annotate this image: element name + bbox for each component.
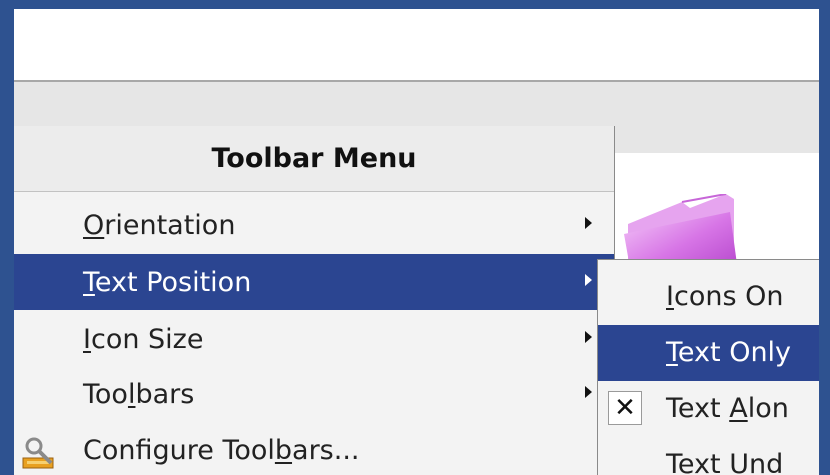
menu-item-orientation[interactable]: Orientation: [14, 197, 614, 253]
menu-title: Toolbar Menu: [14, 126, 614, 192]
submenu-item-label: Text Alon: [666, 393, 789, 424]
submenu-arrow-icon: [585, 274, 592, 286]
menu-item-configure-toolbars[interactable]: Configure Toolbars...: [14, 422, 614, 475]
submenu-item-label: Text Only: [666, 337, 792, 368]
menu-item-icon-size[interactable]: Icon Size: [14, 311, 614, 367]
menu-item-label: Text Position: [83, 266, 252, 298]
submenu-arrow-icon: [585, 331, 592, 343]
submenu-item-text-alongside-icons[interactable]: ✕ Text Alon: [598, 381, 819, 437]
application-window: Toolbar Menu Orientation Text Position I…: [14, 9, 819, 475]
submenu-arrow-icon: [585, 217, 592, 229]
submenu-item-icons-only[interactable]: Icons On: [598, 269, 819, 325]
menu-item-label: Orientation: [83, 209, 236, 241]
submenu-arrow-icon: [585, 386, 592, 398]
window-top-area: [14, 9, 819, 82]
submenu-item-text-under-icons[interactable]: Text Und: [598, 437, 819, 475]
configure-toolbars-icon: [22, 437, 54, 469]
menu-item-text-position[interactable]: Text Position: [14, 254, 614, 310]
menu-item-label: Icon Size: [83, 323, 204, 355]
menu-item-label: Toolbars: [83, 378, 195, 410]
menu-item-label: Configure Toolbars...: [83, 434, 360, 466]
submenu-item-text-only[interactable]: Text Only: [598, 325, 819, 381]
menu-item-toolbars[interactable]: Toolbars: [14, 366, 614, 422]
submenu-item-label: Text Und: [666, 449, 784, 475]
check-mark-icon: ✕: [608, 391, 642, 425]
toolbar-context-menu: Toolbar Menu Orientation Text Position I…: [14, 126, 615, 475]
submenu-item-label: Icons On: [666, 281, 784, 312]
text-position-submenu: Icons On Text Only ✕ Text Alon Text Und: [597, 259, 819, 475]
